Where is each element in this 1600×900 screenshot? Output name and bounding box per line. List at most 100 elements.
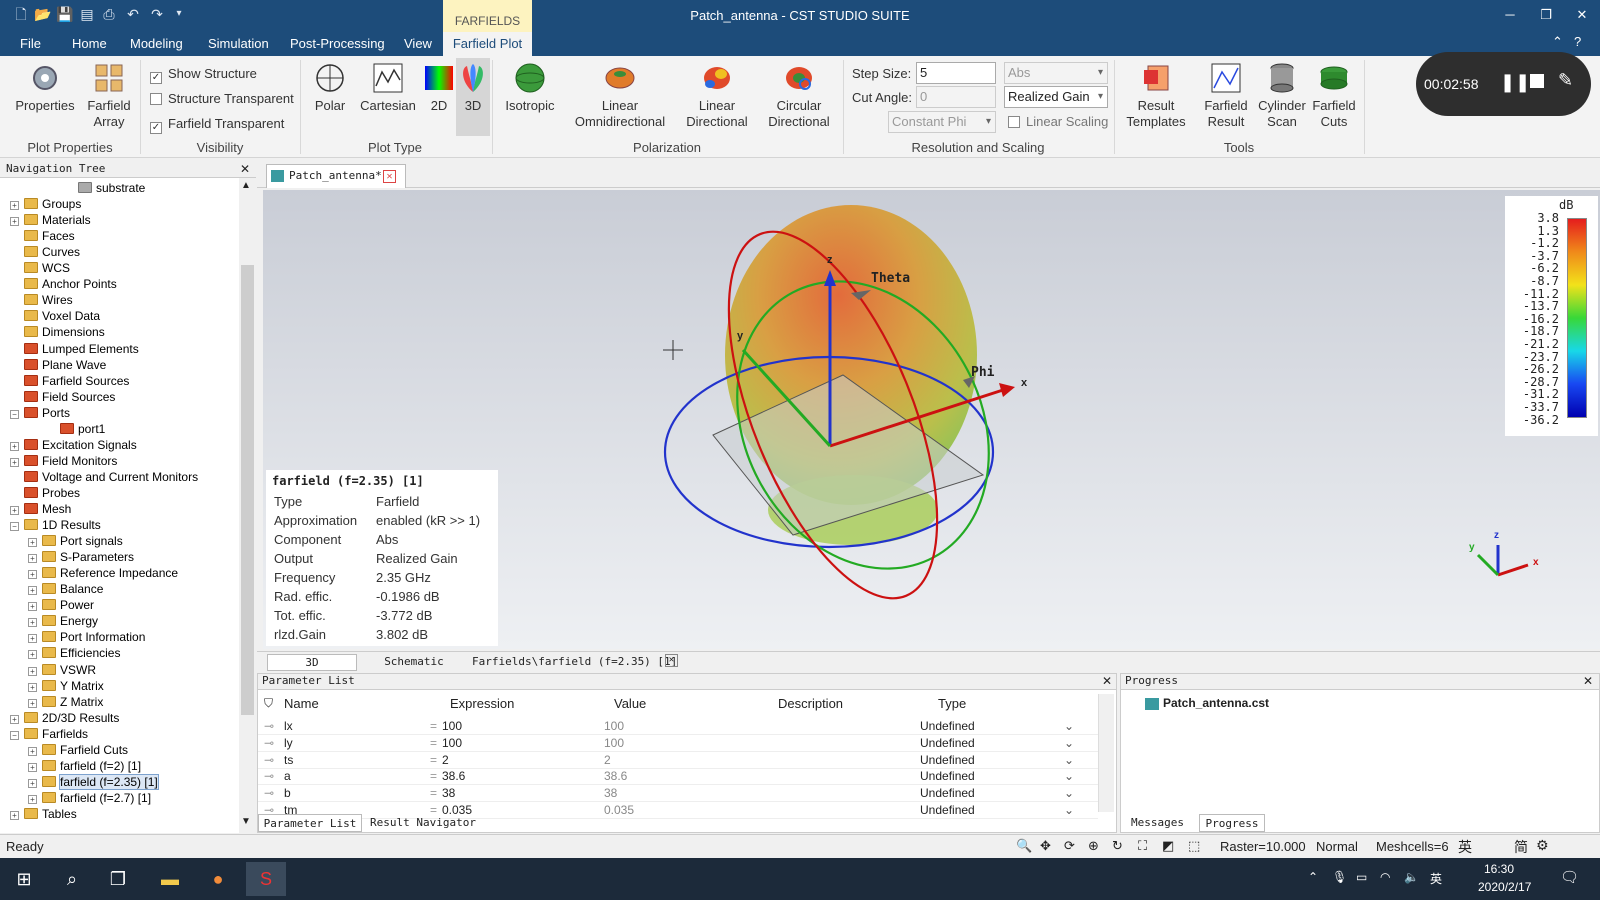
browser-icon[interactable]: ● (198, 862, 238, 896)
farfield-array-button[interactable]: Farfield Array (84, 62, 134, 130)
expand-icon[interactable]: + (28, 666, 37, 676)
tree-item[interactable]: + farfield (f=2.35) [1] (28, 773, 159, 790)
linear-omnidirectional-button[interactable]: Linear Omnidirectional (568, 62, 672, 130)
tree-item[interactable]: + farfield (f=2.7) [1] (28, 790, 151, 806)
pin-icon[interactable]: ⊸ (264, 735, 274, 752)
scroll-down-icon[interactable]: ▼ (241, 816, 251, 827)
properties-button[interactable]: Properties (14, 62, 76, 114)
wifi-icon[interactable]: ◠ (1380, 870, 1390, 884)
spin-icon[interactable]: ↻ (1112, 838, 1123, 854)
notifications-icon[interactable]: 🗨 (1560, 868, 1579, 886)
zoom-in-icon[interactable]: ⊕ (1088, 838, 1099, 854)
tree-item[interactable]: Dimensions (10, 324, 105, 340)
tree-item[interactable]: − Ports (10, 405, 70, 421)
tree-item[interactable]: + Materials (10, 212, 91, 228)
pause-icon[interactable]: ❚❚ (1500, 72, 1530, 93)
tree-item[interactable]: Voltage and Current Monitors (10, 469, 198, 485)
cell-expr[interactable]: 2 (442, 752, 449, 769)
col-description[interactable]: Description (778, 696, 843, 711)
tree-item[interactable]: + Z Matrix (28, 694, 103, 710)
cst-app-icon[interactable]: S (246, 862, 286, 896)
tree-item[interactable]: substrate (64, 180, 145, 196)
close-tab-icon[interactable]: ✕ (665, 654, 678, 667)
collapse-icon[interactable]: − (10, 730, 19, 740)
menu-modeling[interactable]: Modeling (130, 36, 183, 51)
tab-result-navigator[interactable]: Result Navigator (370, 814, 476, 832)
col-value[interactable]: Value (614, 696, 646, 711)
close-panel-icon[interactable]: ✕ (1102, 674, 1112, 688)
menu-view[interactable]: View (404, 36, 432, 51)
tree-item[interactable]: + Excitation Signals (10, 437, 137, 453)
show-structure-checkbox[interactable]: ✓ Show Structure (150, 66, 257, 84)
windows-start-icon[interactable]: ⊞ (4, 862, 44, 896)
cell-type[interactable]: Undefined (920, 802, 975, 819)
collapse-ribbon-icon[interactable]: ⌃ (1552, 34, 1563, 50)
ime-simplified[interactable]: 简 (1514, 837, 1528, 857)
chevron-down-icon[interactable]: ⌄ (1064, 718, 1074, 735)
cell-expr[interactable]: 38.6 (442, 768, 465, 785)
search-icon[interactable]: ⌕ (52, 862, 92, 896)
constant-phi-select[interactable]: Constant Phi (888, 111, 996, 133)
pin-icon[interactable]: ⊸ (264, 768, 274, 785)
pan-icon[interactable]: ✥ (1040, 838, 1051, 854)
tab-farfield-plot[interactable]: Farfield Plot (443, 32, 532, 56)
expand-icon[interactable]: + (10, 714, 19, 724)
realized-gain-select[interactable]: Realized Gain (1004, 86, 1108, 108)
expand-icon[interactable]: + (28, 698, 37, 708)
close-tab-icon[interactable]: ✕ (383, 170, 396, 183)
expand-icon[interactable]: + (28, 794, 37, 804)
expand-icon[interactable]: + (28, 778, 37, 788)
tree-item[interactable]: Lumped Elements (10, 341, 139, 357)
cut-angle-input[interactable]: 0 (916, 86, 996, 108)
tree-item[interactable]: + Port Information (28, 629, 145, 645)
cell-expr[interactable]: 100 (442, 735, 462, 752)
nav-scrollbar-thumb[interactable] (241, 265, 254, 715)
tree-item[interactable]: + farfield (f=2) [1] (28, 758, 141, 774)
farfield-result-button[interactable]: Farfield Result (1198, 62, 1254, 130)
expand-icon[interactable]: + (28, 554, 37, 564)
expand-icon[interactable]: + (28, 538, 37, 548)
tree-item[interactable]: + Energy (28, 613, 98, 629)
expand-icon[interactable]: + (10, 810, 19, 820)
help-icon[interactable]: ? (1574, 34, 1581, 49)
view-icon[interactable]: ◩ (1162, 838, 1174, 854)
cartesian-button[interactable]: Cartesian (360, 62, 416, 114)
cube-view-icon[interactable]: ⬚ (1188, 838, 1200, 854)
chevron-down-icon[interactable]: ⌄ (1064, 785, 1074, 802)
cell-expr[interactable]: 100 (442, 718, 462, 735)
tab-schematic[interactable]: Schematic (369, 654, 459, 671)
cell-type[interactable]: Undefined (920, 718, 975, 735)
col-name[interactable]: Name (284, 696, 319, 711)
battery-icon[interactable]: ▭ (1356, 870, 1367, 884)
pin-icon[interactable]: ⊸ (264, 752, 274, 769)
isotropic-button[interactable]: Isotropic (500, 62, 560, 114)
tree-item[interactable]: + Power (28, 597, 94, 613)
expand-icon[interactable]: + (28, 682, 37, 692)
chevron-down-icon[interactable]: ⌄ (1064, 735, 1074, 752)
volume-icon[interactable]: 🔈 (1404, 870, 1419, 884)
expand-icon[interactable]: + (28, 602, 37, 612)
tree-item[interactable]: Probes (10, 485, 80, 501)
close-panel-icon[interactable]: ✕ (240, 162, 250, 176)
circular-directional-button[interactable]: Circular Directional (762, 62, 836, 130)
expand-icon[interactable]: + (10, 201, 19, 211)
cell-expr[interactable]: 38 (442, 785, 455, 802)
tree-item[interactable]: + VSWR (28, 662, 96, 678)
expand-icon[interactable]: + (28, 618, 37, 628)
tree-item[interactable]: + Groups (10, 196, 81, 212)
plot-2d-button[interactable]: 2D (422, 62, 456, 114)
tree-item[interactable]: + Reference Impedance (28, 565, 178, 581)
pin-icon[interactable]: ⊸ (264, 718, 274, 735)
microphone-icon[interactable]: 🎙 (1332, 870, 1347, 884)
tree-item[interactable]: + Y Matrix (28, 678, 104, 694)
result-templates-button[interactable]: Result Templates (1124, 62, 1188, 130)
clock-date[interactable]: 2020/2/17 (1478, 880, 1531, 894)
linear-scaling-checkbox[interactable]: Linear Scaling (1008, 114, 1108, 129)
tab-messages[interactable]: Messages (1131, 814, 1184, 832)
task-view-icon[interactable]: ❐ (98, 862, 138, 896)
tree-item[interactable]: − Farfields (10, 726, 88, 742)
tree-item[interactable]: + Mesh (10, 501, 71, 517)
expand-icon[interactable]: + (28, 570, 37, 580)
expand-icon[interactable]: + (10, 217, 19, 227)
tree-item[interactable]: + Farfield Cuts (28, 742, 128, 758)
